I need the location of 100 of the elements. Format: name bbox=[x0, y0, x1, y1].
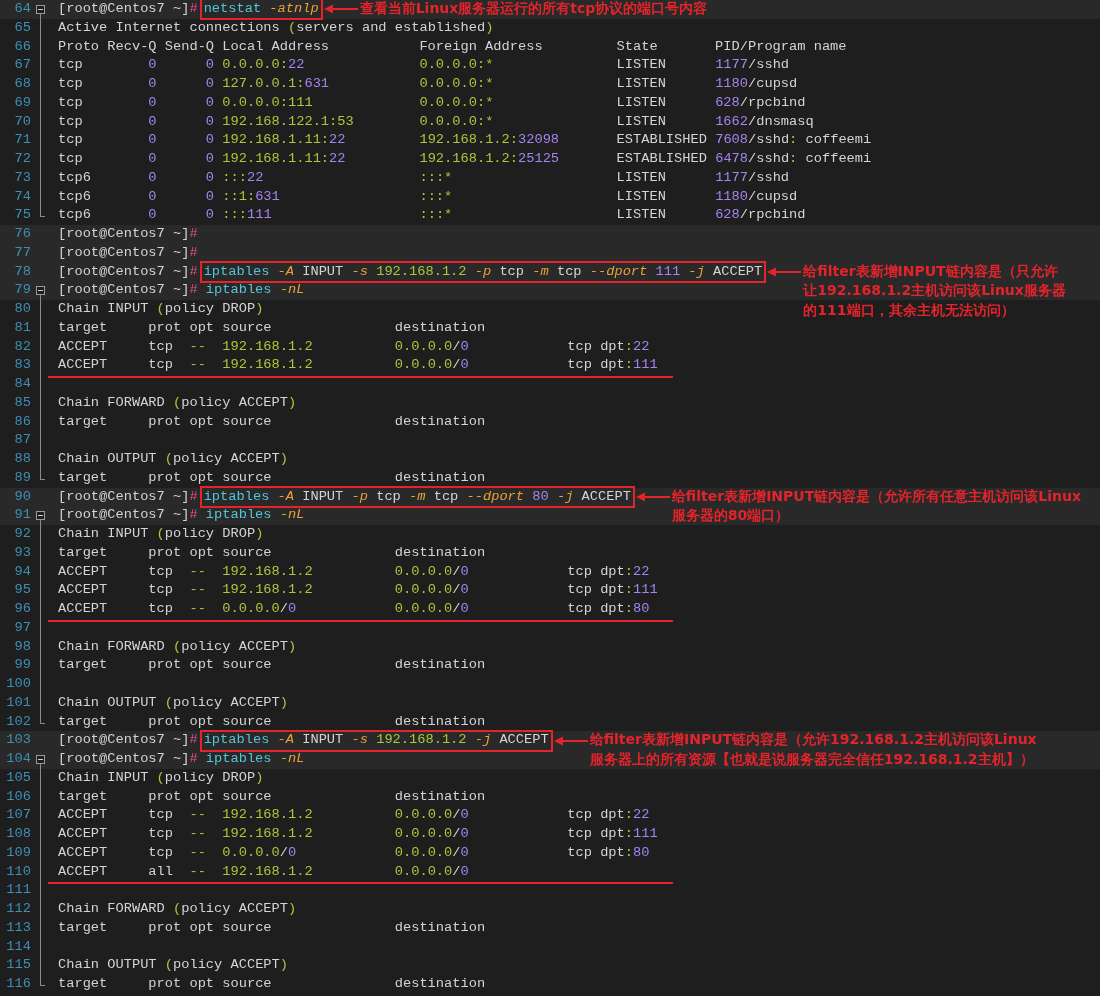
shell-prompt: [root@Centos7 ~]# bbox=[58, 243, 198, 262]
line-number: 109 bbox=[5, 843, 31, 862]
line-number: 84 bbox=[13, 375, 31, 393]
line-number: 67 bbox=[13, 56, 31, 75]
pointer-arrow bbox=[767, 266, 802, 277]
line-number: 88 bbox=[13, 450, 31, 468]
shell-command: iptables -nL bbox=[205, 750, 305, 768]
output-line: tcp 0 0 0.0.0.0:111 0.0.0.0:* LISTEN 628/rpcbind bbox=[58, 93, 806, 112]
output-line: Chain FORWARD (policy ACCEPT) bbox=[58, 393, 297, 412]
line-number: 112 bbox=[5, 900, 31, 918]
line-number: 108 bbox=[5, 825, 31, 843]
line-number: 86 bbox=[13, 412, 31, 431]
annotation-note: 查看当前Linux服务器运行的所有tcp协议的端口号内容 bbox=[359, 0, 708, 18]
output-line: target prot opt source destination bbox=[58, 318, 486, 337]
line-number: 79 bbox=[13, 281, 31, 300]
line-number: 78 bbox=[13, 262, 31, 281]
line-number: 92 bbox=[13, 525, 31, 543]
output-line: target prot opt source destination bbox=[58, 918, 486, 937]
line-number: 80 bbox=[13, 300, 31, 318]
line-number: 68 bbox=[13, 75, 31, 93]
output-line: tcp 0 0 127.0.0.1:631 0.0.0.0:* LISTEN 1180/cupsd bbox=[58, 75, 798, 93]
line-number: 111 bbox=[5, 881, 31, 900]
line-number: 64 bbox=[13, 0, 31, 18]
shell-prompt: [root@Centos7 ~]# bbox=[58, 750, 198, 768]
output-line: tcp 0 0 192.168.1.11:22 192.168.1.2:32098 ESTABLISHED 7608/sshd: coffeemi bbox=[58, 131, 872, 150]
line-number: 107 bbox=[5, 806, 31, 825]
pointer-arrow bbox=[553, 735, 588, 746]
shell-prompt: [root@Centos7 ~]# bbox=[58, 281, 198, 300]
output-line: Chain FORWARD (policy ACCEPT) bbox=[58, 900, 297, 918]
collapse-icon[interactable] bbox=[35, 754, 45, 764]
output-line: tcp6 0 0 :::22 :::* LISTEN 1177/sshd bbox=[58, 168, 790, 187]
output-line: tcp 0 0 192.168.1.11:22 192.168.1.2:25125 ESTABLISHED 6478/sshd: coffeemi bbox=[58, 150, 872, 168]
line-number: 65 bbox=[13, 18, 31, 37]
line-number: 94 bbox=[13, 562, 31, 581]
annotation-note: 给filter表新增INPUT链内容是（允许所有任意主机访问该Linux 服务器的80端口） bbox=[671, 486, 1081, 525]
line-number: 97 bbox=[13, 618, 31, 637]
output-line: target prot opt source destination bbox=[58, 712, 486, 731]
output-line: target prot opt source destination bbox=[58, 787, 486, 806]
output-line: tcp6 0 0 ::1:631 :::* LISTEN 1180/cupsd bbox=[58, 187, 798, 206]
shell-prompt: [root@Centos7 ~]# bbox=[58, 487, 198, 506]
output-line: Chain FORWARD (policy ACCEPT) bbox=[58, 637, 297, 656]
line-number: 93 bbox=[13, 543, 31, 562]
line-number: 110 bbox=[5, 862, 31, 881]
output-line: ACCEPT tcp -- 192.168.1.2 0.0.0.0/0 tcp dpt:22 bbox=[58, 562, 650, 581]
line-number: 102 bbox=[5, 712, 31, 731]
line-number: 99 bbox=[13, 656, 31, 675]
output-line: Chain OUTPUT (policy ACCEPT) bbox=[58, 956, 288, 975]
line-number: 66 bbox=[13, 37, 31, 56]
output-line: Chain OUTPUT (policy ACCEPT) bbox=[58, 693, 288, 712]
output-line: tcp 0 0 192.168.122.1:53 0.0.0.0:* LISTEN 1662/dnsmasq bbox=[58, 112, 814, 131]
line-number: 72 bbox=[13, 150, 31, 168]
line-number: 83 bbox=[13, 356, 31, 375]
collapse-icon[interactable] bbox=[35, 4, 45, 14]
line-number: 106 bbox=[5, 787, 31, 806]
output-line: Chain INPUT (policy DROP) bbox=[58, 768, 264, 787]
line-number: 71 bbox=[13, 131, 31, 150]
output-line: target prot opt source destination bbox=[58, 543, 486, 562]
shell-command: iptables -nL bbox=[205, 281, 305, 300]
line-number: 89 bbox=[13, 468, 31, 487]
line-number: 114 bbox=[5, 937, 31, 956]
line-number: 91 bbox=[13, 506, 31, 525]
shell-prompt: [root@Centos7 ~]# bbox=[58, 262, 198, 281]
line-number: 98 bbox=[13, 637, 31, 656]
line-number: 115 bbox=[5, 956, 31, 975]
line-number: 73 bbox=[13, 168, 31, 187]
output-line: ACCEPT tcp -- 192.168.1.2 0.0.0.0/0 tcp dpt:22 bbox=[58, 337, 650, 356]
line-number: 95 bbox=[13, 581, 31, 600]
line-number: 82 bbox=[13, 337, 31, 356]
line-number: 69 bbox=[13, 93, 31, 112]
output-line: Proto Recv-Q Send-Q Local Address Foreign Address State PID/Program name bbox=[58, 37, 847, 56]
pointer-arrow bbox=[635, 491, 670, 502]
line-number: 113 bbox=[5, 918, 31, 937]
line-number: 105 bbox=[5, 768, 31, 787]
collapse-icon[interactable] bbox=[35, 511, 45, 521]
output-line: target prot opt source destination bbox=[58, 656, 486, 675]
line-number: 103 bbox=[5, 731, 31, 750]
line-number: 77 bbox=[13, 243, 31, 262]
line-number: 81 bbox=[13, 318, 31, 337]
line-number: 74 bbox=[13, 187, 31, 206]
line-number: 101 bbox=[5, 693, 31, 712]
output-line: Chain INPUT (policy DROP) bbox=[58, 525, 264, 543]
line-number: 104 bbox=[5, 750, 31, 768]
shell-command: iptables -A INPUT -p tcp -m tcp --dport 80 -j ACCEPT bbox=[199, 485, 635, 508]
output-line: target prot opt source destination bbox=[58, 468, 486, 487]
annotation-note: 给filter表新增INPUT链内容是（允许192.168.1.2主机访问该Linux 服务器上的所有资源【也就是说服务器完全信任192.168.1.2主机】） bbox=[589, 730, 1037, 769]
output-line: ACCEPT tcp -- 192.168.1.2 0.0.0.0/0 tcp dpt:111 bbox=[58, 581, 658, 600]
output-line: tcp 0 0 0.0.0.0:22 0.0.0.0:* LISTEN 1177/sshd bbox=[58, 56, 790, 75]
line-number: 70 bbox=[13, 112, 31, 131]
shell-command: iptables -A INPUT -s 192.168.1.2 -p tcp -m tcp --dport 111 -j ACCEPT bbox=[199, 260, 767, 283]
output-line: Chain INPUT (policy DROP) bbox=[58, 300, 264, 318]
output-line: ACCEPT all -- 192.168.1.2 0.0.0.0/0 bbox=[58, 862, 469, 881]
line-number: 76 bbox=[13, 225, 31, 243]
shell-prompt: [root@Centos7 ~]# bbox=[58, 506, 198, 525]
shell-command: iptables -nL bbox=[205, 506, 305, 525]
pointer-arrow bbox=[323, 4, 358, 15]
output-line: ACCEPT tcp -- 192.168.1.2 0.0.0.0/0 tcp dpt:22 bbox=[58, 806, 650, 825]
line-number: 90 bbox=[13, 487, 31, 506]
shell-command: iptables -A INPUT -s 192.168.1.2 -j ACCEPT bbox=[199, 729, 553, 752]
output-line: Chain OUTPUT (policy ACCEPT) bbox=[58, 450, 288, 468]
collapse-icon[interactable] bbox=[35, 286, 45, 296]
